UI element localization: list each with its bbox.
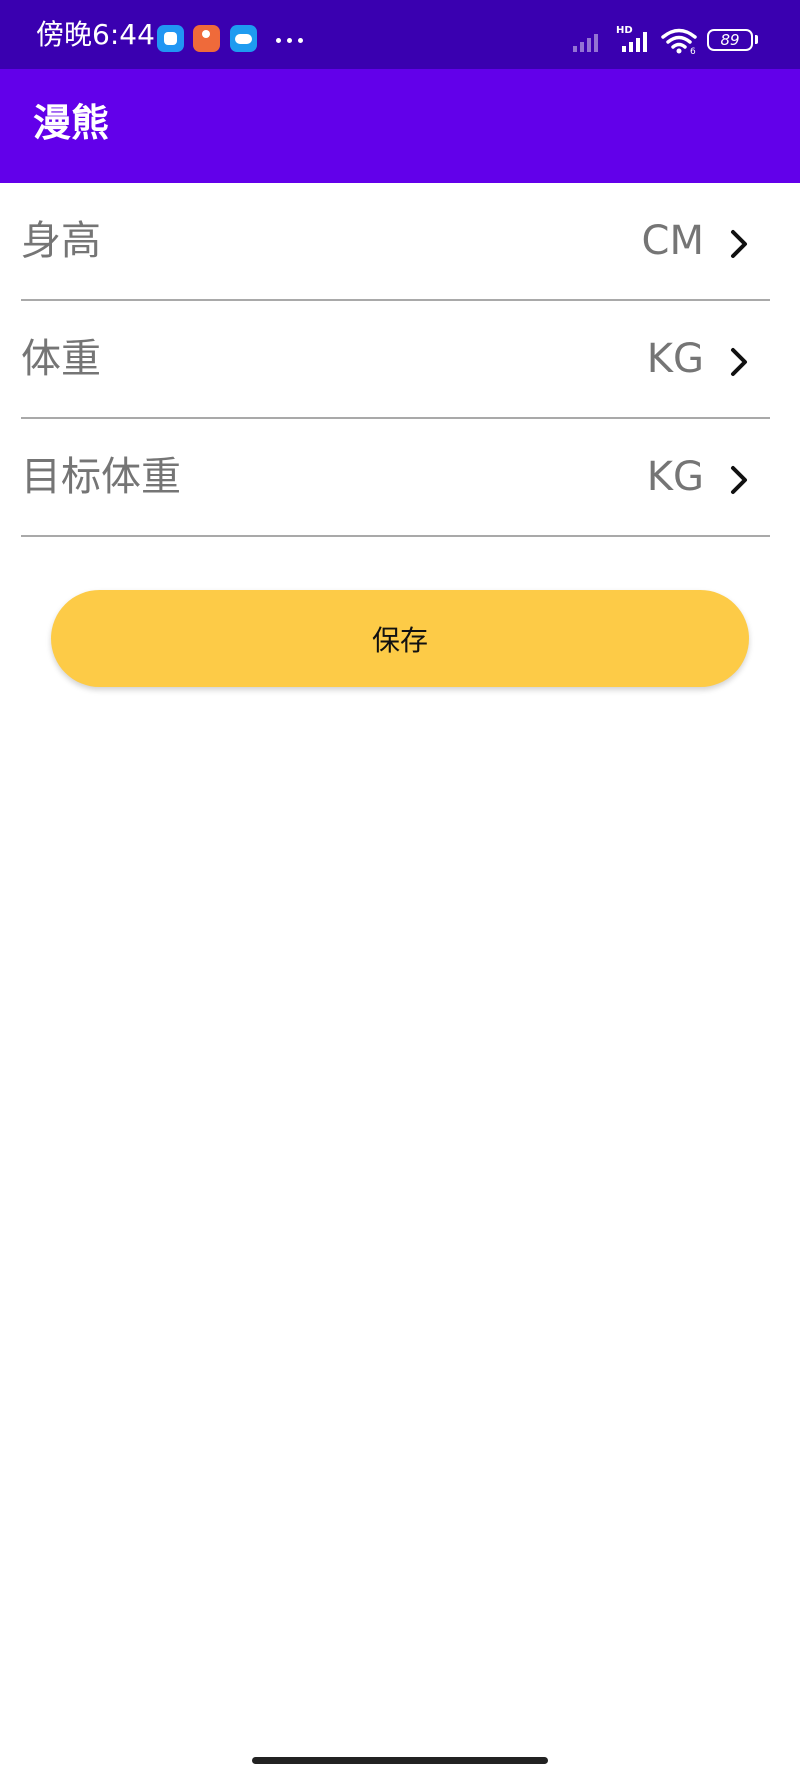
settings-row-height[interactable]: 身高 CM: [21, 183, 770, 301]
status-time: 傍晚6:44: [36, 18, 155, 51]
row-label: 体重: [21, 336, 101, 382]
battery-level: 89: [720, 31, 740, 49]
battery-icon: 89: [707, 29, 753, 51]
row-label: 身高: [21, 218, 101, 264]
wifi-badge: 6: [690, 47, 696, 54]
home-indicator[interactable]: [252, 1757, 548, 1764]
app-bar: 漫熊: [0, 69, 800, 183]
more-notifications-icon: [276, 38, 303, 43]
chevron-right-icon: [731, 230, 747, 258]
status-bar: 傍晚6:44 HD 6 89: [0, 0, 800, 69]
settings-row-target-weight[interactable]: 目标体重 KG: [21, 419, 770, 537]
app-title: 漫熊: [33, 101, 110, 145]
battery-tip: [755, 35, 758, 44]
chevron-right-icon: [731, 348, 747, 376]
message-app-icon: [157, 25, 184, 52]
row-unit: CM: [641, 218, 704, 264]
settings-list: 身高 CM 体重 KG 目标体重 KG: [21, 183, 770, 537]
signal-strength-icon: [573, 30, 598, 52]
row-label: 目标体重: [21, 454, 181, 500]
cloud-app-icon: [230, 25, 257, 52]
wifi-icon: 6: [661, 28, 697, 54]
row-unit: KG: [646, 454, 704, 500]
settings-row-weight[interactable]: 体重 KG: [21, 301, 770, 419]
row-unit: KG: [646, 336, 704, 382]
signal-strength-icon-2: [622, 30, 647, 52]
fitness-app-icon: [193, 25, 220, 52]
chevron-right-icon: [731, 466, 747, 494]
save-button[interactable]: 保存: [51, 590, 749, 687]
